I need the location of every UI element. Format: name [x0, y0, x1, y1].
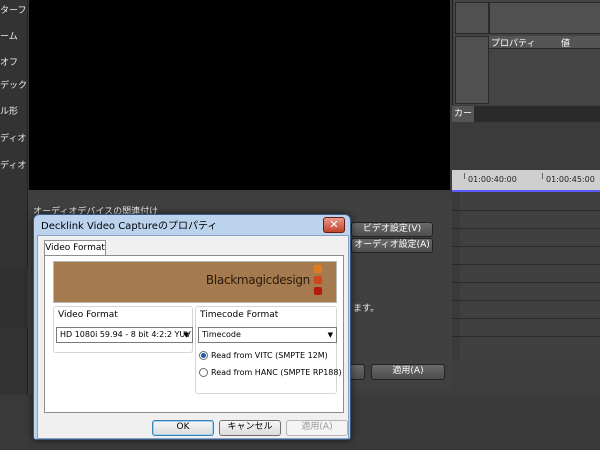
left-bottom-panel	[0, 268, 28, 328]
track-divider	[452, 246, 600, 247]
timecode-format-group: Timecode Format Timecode ▼ Read from VIT…	[195, 306, 342, 394]
left-panel: ターフ ーム オフ デック ル形 ディオ ディオ	[0, 0, 28, 450]
marker-strip: カー	[452, 106, 600, 122]
marker-tab[interactable]: カー	[452, 106, 474, 122]
track-divider	[452, 264, 600, 265]
apply-button[interactable]: 適用(A)	[286, 420, 348, 436]
close-icon[interactable]: ✕	[323, 217, 345, 233]
track-divider	[452, 282, 600, 283]
radio-hanc[interactable]	[199, 368, 208, 377]
track-divider	[452, 228, 600, 229]
logo-square-icon	[314, 276, 322, 284]
properties-cell	[455, 36, 489, 104]
partial-text: ます。	[353, 304, 380, 314]
properties-cell	[455, 2, 489, 34]
dialog-client: Video Format Blackmagicdesign Video Form…	[37, 235, 349, 439]
ruler-time-label: 01:00:45:00	[546, 175, 595, 184]
video-format-value: HD 1080i 59.94 - 8 bit 4:2:2 YUV	[60, 330, 191, 339]
radio-vitc[interactable]	[199, 351, 208, 360]
timecode-format-value: Timecode	[202, 330, 241, 339]
value-column-header: 値	[561, 39, 571, 49]
left-label-7: ディオ	[0, 161, 27, 171]
left-label-2: ーム	[0, 32, 18, 42]
timecode-format-label: Timecode Format	[200, 310, 279, 320]
ruler-time-label: 01:00:40:00	[468, 175, 517, 184]
video-format-group: Video Format HD 1080i 59.94 - 8 bit 4:2:…	[53, 306, 193, 353]
radio-vitc-label[interactable]: Read from VITC (SMPTE 12M)	[211, 351, 328, 360]
left-label-5: ル形	[0, 107, 19, 117]
track-area	[460, 192, 600, 360]
track-divider	[452, 318, 600, 319]
apply-button-background[interactable]: 適用(A)	[371, 364, 445, 380]
timecode-format-select[interactable]: Timecode ▼	[198, 327, 337, 343]
tab-video-format[interactable]: Video Format	[44, 240, 106, 256]
timeline-header	[452, 122, 600, 170]
ruler-tick	[542, 173, 543, 179]
dialog-title: Decklink Video Captureのプロパティ	[41, 221, 218, 232]
blackmagic-banner: Blackmagicdesign	[53, 261, 337, 303]
logo-square-icon	[314, 287, 322, 295]
track-divider	[452, 210, 600, 211]
video-settings-button[interactable]: ビデオ設定(V)	[351, 222, 433, 237]
track-divider	[452, 300, 600, 301]
properties-header: プロパティ 値	[489, 36, 600, 49]
properties-dialog: Decklink Video Captureのプロパティ ✕ Video For…	[33, 214, 351, 440]
properties-panel: プロパティ 値	[452, 0, 600, 105]
video-preview	[29, 0, 450, 190]
properties-cell	[489, 2, 600, 34]
left-label-1: ターフ	[0, 6, 27, 16]
left-label-6: ディオ	[0, 134, 27, 144]
logo-square-icon	[314, 265, 322, 273]
tab-page: Blackmagicdesign Video Format HD 1080i 5…	[44, 255, 344, 413]
timeline-ruler[interactable]: 01:00:40:00 01:00:45:00	[452, 170, 600, 192]
track-divider	[452, 336, 600, 337]
dropdown-arrow-icon: ▼	[327, 331, 333, 339]
left-label-4: デック	[0, 81, 28, 91]
timeline-tracks	[452, 192, 600, 360]
left-label-3: オフ	[0, 58, 19, 68]
blackmagic-logo: Blackmagicdesign	[205, 273, 310, 287]
ruler-tick	[464, 173, 465, 179]
audio-settings-button[interactable]: オーディオ設定(A)	[351, 238, 433, 253]
cancel-button[interactable]: キャンセル	[219, 420, 281, 436]
video-format-label: Video Format	[58, 310, 118, 320]
video-format-select[interactable]: HD 1080i 59.94 - 8 bit 4:2:2 YUV ▼	[56, 327, 193, 343]
radio-hanc-label[interactable]: Read from HANC (SMPTE RP188)	[211, 368, 342, 377]
property-column-header: プロパティ	[491, 39, 536, 49]
ok-button[interactable]: OK	[152, 420, 214, 436]
dropdown-arrow-icon: ▼	[183, 331, 189, 339]
